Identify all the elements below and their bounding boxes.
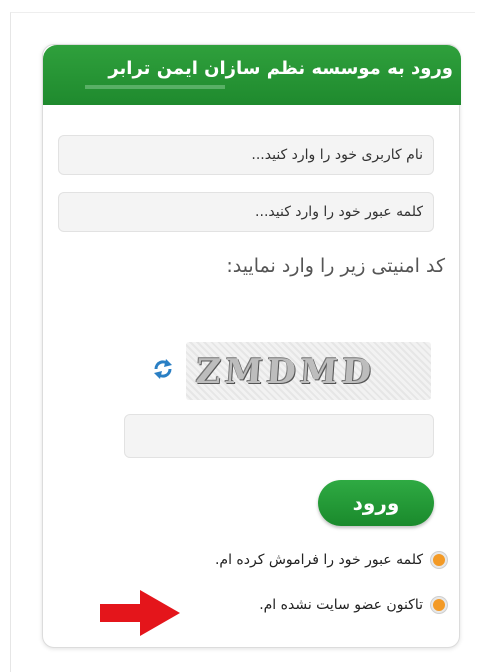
header-accent-line xyxy=(85,85,225,89)
username-input[interactable] xyxy=(58,135,434,175)
forgot-password-link[interactable]: کلمه عبور خود را فراموش کرده ام. xyxy=(215,552,447,568)
security-code-label: کد امنیتی زیر را وارد نمایید: xyxy=(226,255,445,277)
card-header: ورود به موسسه نظم سازان ایمن ترابر xyxy=(43,45,461,105)
forgot-password-label: کلمه عبور خود را فراموش کرده ام. xyxy=(214,552,423,568)
header-title: ورود به موسسه نظم سازان ایمن ترابر xyxy=(108,58,453,79)
captcha-text: ZMDMD xyxy=(194,352,377,392)
arrow-right-icon xyxy=(100,590,180,636)
register-label: تاکنون عضو سایت نشده ام. xyxy=(259,597,423,613)
captcha-image: ZMDMD xyxy=(186,342,431,400)
bullet-icon xyxy=(431,597,447,613)
password-input[interactable] xyxy=(58,192,434,232)
refresh-icon[interactable] xyxy=(150,356,176,382)
captcha-input[interactable] xyxy=(124,414,434,458)
captcha-area: ZMDMD xyxy=(150,338,440,404)
register-link[interactable]: تاکنون عضو سایت نشده ام. xyxy=(259,597,447,613)
bullet-icon xyxy=(431,552,447,568)
login-button[interactable]: ورود xyxy=(318,480,434,526)
